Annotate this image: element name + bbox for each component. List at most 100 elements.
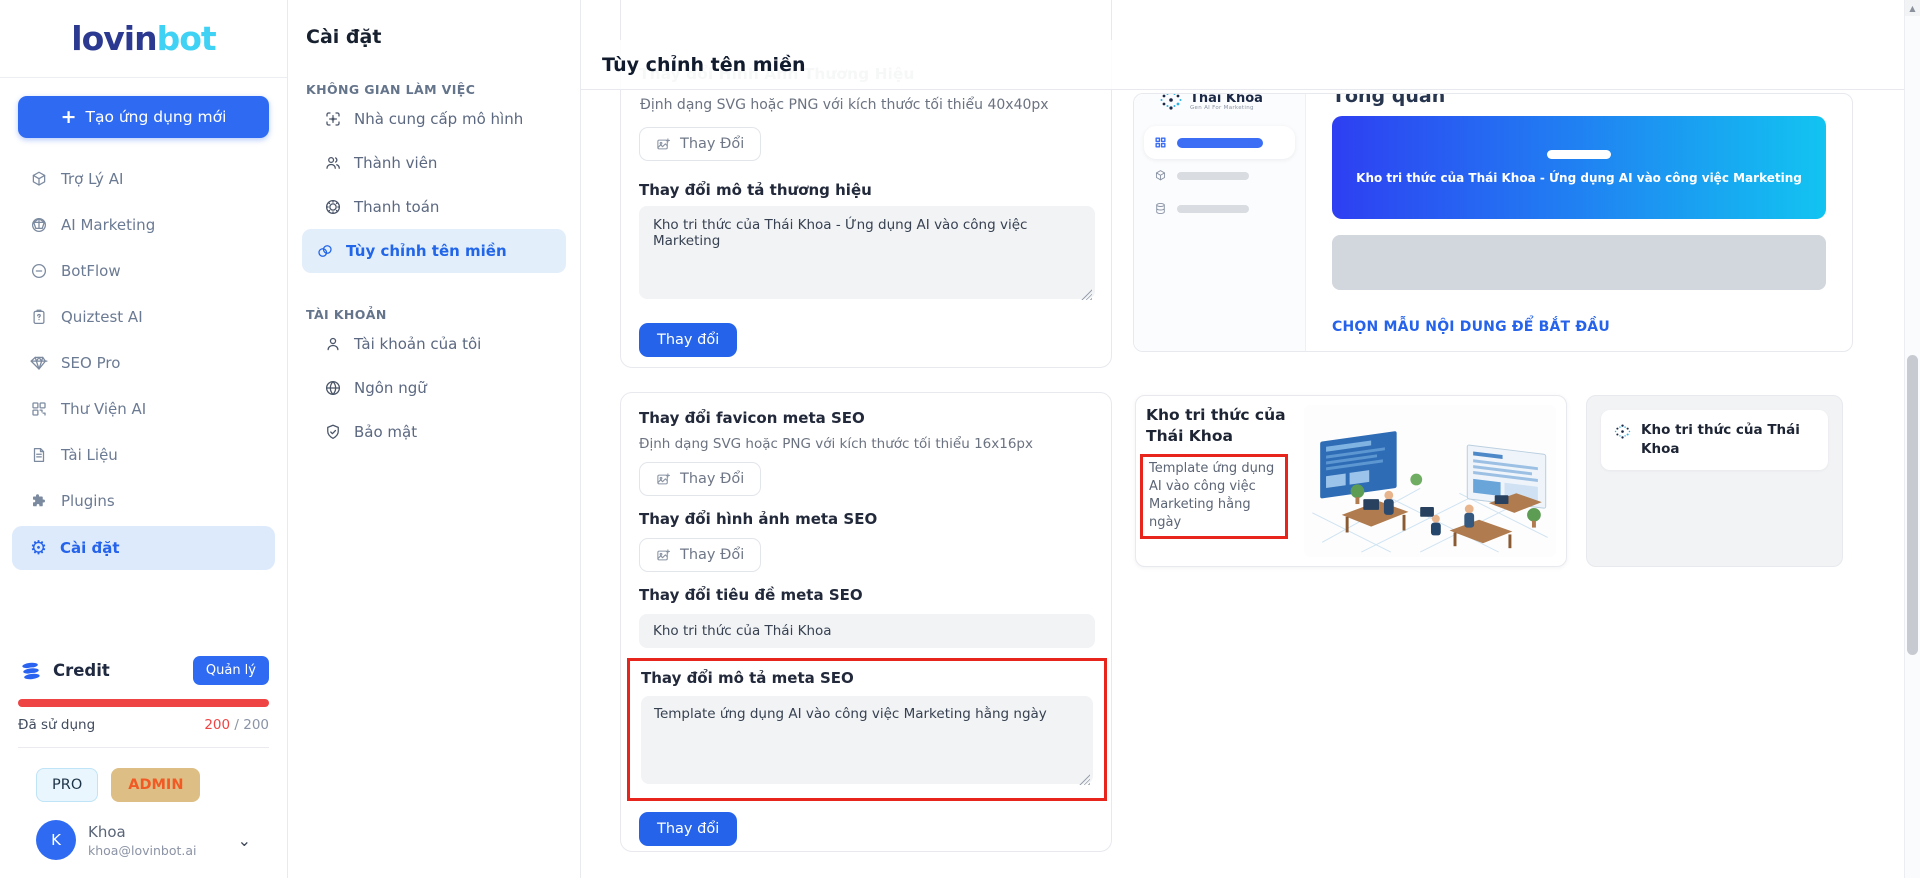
meta-seo-card: Thay đổi favicon meta SEO Định dạng SVG …	[620, 392, 1112, 852]
sidebar-item-label: BotFlow	[61, 262, 121, 280]
preview-main-area: Tổng quan Kho tri thức của Thái Khoa - Ứ…	[1306, 94, 1852, 351]
model-provider-icon	[324, 110, 342, 128]
credit-manage-button[interactable]: Quản lý	[193, 656, 269, 685]
sidebar-item-tro-ly-ai[interactable]: Trợ Lý AI	[0, 156, 287, 202]
settings-item-model-provider[interactable]: Nhà cung cấp mô hình	[302, 97, 570, 141]
settings-item-billing[interactable]: Thanh toán	[302, 185, 570, 229]
settings-item-members[interactable]: Thành viên	[302, 141, 570, 185]
settings-item-domain[interactable]: Tùy chỉnh tên miền	[302, 229, 566, 273]
preview-mini-sidebar: Thái Khoa Gen AI For Marketing	[1134, 94, 1306, 351]
preview-menu-item-active	[1144, 126, 1295, 159]
vertical-scrollbar[interactable]: ▲	[1904, 0, 1920, 878]
credit-used-label: Đã sử dụng	[18, 717, 95, 733]
user-email: khoa@lovinbot.ai	[88, 843, 196, 858]
seo-preview-title: Kho tri thức của Thái Khoa	[1146, 405, 1294, 447]
cube-icon	[30, 170, 48, 188]
skeleton-bar	[1177, 205, 1249, 213]
sidebar-item-label: SEO Pro	[61, 354, 120, 372]
preview-logo-subtext: Gen AI For Marketing	[1190, 106, 1263, 112]
settings-item-label: Thanh toán	[354, 198, 439, 216]
user-name: Khoa	[88, 823, 196, 841]
settings-section-workspace: KHÔNG GIAN LÀM VIỆC	[302, 82, 570, 97]
preview-heading: Tổng quan	[1332, 93, 1826, 107]
create-app-button[interactable]: + Tạo ứng dụng mới	[18, 96, 269, 138]
thai-khoa-logo-icon	[1613, 421, 1632, 445]
chevron-down-icon[interactable]: ⌄	[238, 831, 251, 850]
domain-icon	[316, 242, 334, 260]
brand-logo[interactable]: lovinbot	[0, 0, 287, 78]
sidebar-item-seo-pro[interactable]: SEO Pro	[0, 340, 287, 386]
brand-format-hint: Định dạng SVG hoặc PNG với kích thước tố…	[640, 97, 1080, 113]
change-button-label: Thay Đổi	[680, 471, 744, 487]
plus-icon: +	[61, 108, 77, 127]
seo-desc-textarea[interactable]: Template ứng dụng AI vào công việc Marke…	[641, 696, 1093, 784]
credit-section: Credit Quản lý Đã sử dụng 200 / 200 PRO …	[0, 656, 287, 878]
image-plus-icon	[656, 137, 671, 152]
image-plus-icon	[656, 472, 671, 487]
seo-share-preview-card: Kho tri thức của Thái Khoa Template ứng …	[1135, 395, 1567, 567]
avatar: K	[36, 820, 76, 860]
settings-section-account: TÀI KHOẢN	[302, 307, 570, 322]
database-icon	[1154, 202, 1167, 215]
settings-item-language[interactable]: Ngôn ngữ	[302, 366, 570, 410]
sidebar-nav: Trợ Lý AI AI Marketing BotFlow Quiztest …	[0, 156, 287, 572]
seo-title-input[interactable]: Kho tri thức của Thái Khoa	[639, 614, 1095, 648]
brand-desc-textarea[interactable]: Kho tri thức của Thái Khoa - Ứng dụng AI…	[639, 206, 1095, 299]
create-app-label: Tạo ứng dụng mới	[85, 108, 226, 126]
sidebar-item-botflow[interactable]: BotFlow	[0, 248, 287, 294]
scrollbar-thumb[interactable]	[1907, 355, 1918, 655]
preview-menu-item	[1144, 192, 1295, 225]
seo-image-change-button[interactable]: Thay Đổi	[639, 538, 761, 572]
settings-item-security[interactable]: Bảo mật	[302, 410, 570, 454]
favicon-label: Thay đổi favicon meta SEO	[639, 409, 1093, 427]
globe-icon	[324, 379, 342, 397]
coins-icon	[18, 660, 44, 682]
sidebar-item-thu-vien-ai[interactable]: Thư Viện AI	[0, 386, 287, 432]
brand-submit-button[interactable]: Thay đổi	[639, 323, 737, 357]
annotation-red-rectangle: Template ứng dụng AI vào công việc Marke…	[1140, 454, 1288, 539]
sidebar-item-tai-lieu[interactable]: Tài Liệu	[0, 432, 287, 478]
sidebar-item-label: Thư Viện AI	[61, 400, 146, 418]
banner-pill	[1547, 150, 1611, 159]
sidebar-item-label: Trợ Lý AI	[61, 170, 123, 188]
preview-menu-item	[1144, 159, 1295, 192]
seo-submit-button[interactable]: Thay đổi	[639, 812, 737, 846]
preview-logo-text: Thái Khoa	[1190, 93, 1263, 106]
sidebar-item-label: AI Marketing	[61, 216, 155, 234]
settings-item-label: Tài khoản của tôi	[354, 335, 481, 353]
scrollbar-up-arrow[interactable]: ▲	[1905, 0, 1920, 16]
page-header: Tùy chỉnh tên miền	[581, 40, 1904, 90]
person-icon	[324, 335, 342, 353]
sidebar-item-label: Quiztest AI	[61, 308, 143, 326]
sidebar-item-cai-dat[interactable]: ⚙ Cài đặt	[12, 526, 275, 570]
credit-total-value: / 200	[230, 717, 269, 733]
cube-icon	[1154, 169, 1167, 182]
embed-preview-card: Kho tri thức của Thái Khoa	[1586, 395, 1843, 567]
seo-desc-label: Thay đổi mô tả meta SEO	[641, 669, 1093, 687]
settings-item-label: Tùy chỉnh tên miền	[346, 242, 507, 260]
brand-image-change-button[interactable]: Thay Đổi	[639, 127, 761, 161]
settings-item-my-account[interactable]: Tài khoản của tôi	[302, 322, 570, 366]
annotation-red-rectangle: Thay đổi mô tả meta SEO Template ứng dụn…	[627, 658, 1107, 801]
sidebar-item-ai-marketing[interactable]: AI Marketing	[0, 202, 287, 248]
brand-preview-panel: Thái Khoa Gen AI For Marketing	[1133, 93, 1853, 352]
seo-title-label: Thay đổi tiêu đề meta SEO	[639, 586, 1093, 604]
sidebar-item-label: Cài đặt	[60, 539, 120, 557]
settings-item-label: Ngôn ngữ	[354, 379, 427, 397]
preview-banner: Kho tri thức của Thái Khoa - Ứng dụng AI…	[1332, 116, 1826, 219]
choose-template-link[interactable]: CHỌN MẪU NỘI DUNG ĐỂ BẮT ĐẦU	[1332, 319, 1610, 335]
sidebar-item-plugins[interactable]: Plugins	[0, 478, 287, 524]
sphere-icon	[30, 216, 48, 234]
members-icon	[324, 154, 342, 172]
seo-image-label: Thay đổi hình ảnh meta SEO	[639, 510, 1093, 528]
preview-placeholder-block	[1332, 235, 1826, 290]
clipboard-question-icon	[30, 308, 48, 326]
main-content: Tùy chỉnh thương hiệu Store Thay đổi Hìn…	[581, 0, 1920, 878]
gear-icon: ⚙	[30, 539, 47, 558]
sidebar-item-quiztest[interactable]: Quiztest AI	[0, 294, 287, 340]
gem-icon	[30, 354, 48, 372]
user-menu[interactable]: K Khoa khoa@lovinbot.ai ⌄	[18, 808, 269, 878]
favicon-change-button[interactable]: Thay Đổi	[639, 462, 761, 496]
minus-circle-icon	[30, 262, 48, 280]
image-plus-icon	[656, 548, 671, 563]
